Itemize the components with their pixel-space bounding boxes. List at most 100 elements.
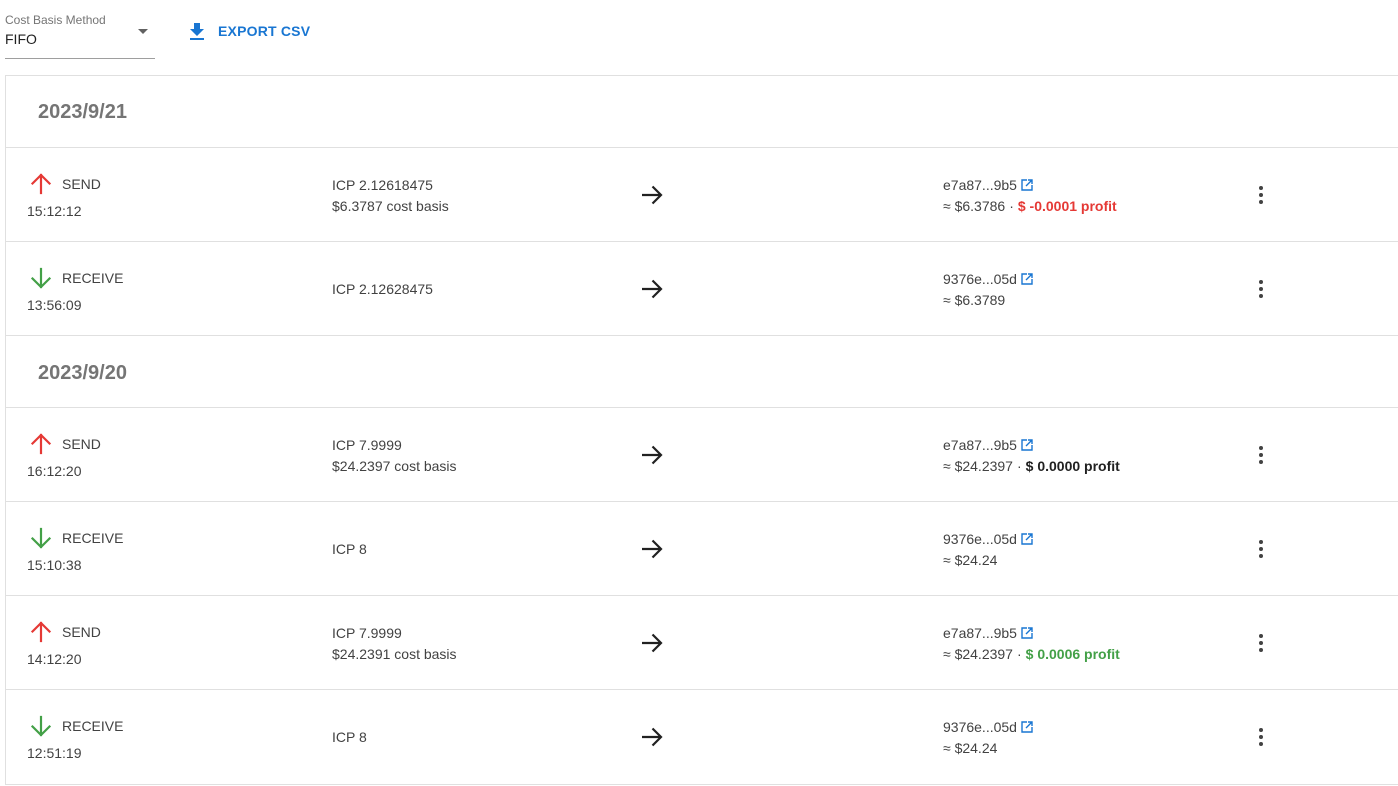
arrow-right-icon <box>642 185 663 205</box>
arrow-down-icon <box>30 527 52 549</box>
arrow-down-icon <box>30 267 52 289</box>
dot <box>1259 287 1263 291</box>
dot <box>1259 186 1263 190</box>
cost-basis-method-label: Cost Basis Method <box>5 13 106 27</box>
dot <box>1259 641 1263 645</box>
external-link-icon[interactable] <box>1021 439 1033 451</box>
counterparty: 9376e...05d <box>943 531 1033 547</box>
transaction-time: 14:12:20 <box>27 651 82 667</box>
dot <box>1259 540 1263 544</box>
transaction-row[interactable]: SEND 15:12:12 ICP 2.12618475 $6.3787 cost b… <box>6 148 1398 242</box>
date-header: 2023/9/21 <box>6 76 1398 148</box>
more-vert-icon <box>1259 279 1263 300</box>
date-header: 2023/9/20 <box>6 336 1398 408</box>
usd-value: ≈ $24.2397 <box>943 646 1013 662</box>
counterparty-id: 9376e...05d <box>943 531 1017 547</box>
dot <box>1259 200 1263 204</box>
more-options-button[interactable] <box>1249 719 1273 755</box>
transaction-row[interactable]: RECEIVE 13:56:09 ICP 2.12628475 9376e...05d… <box>6 242 1398 336</box>
separator-dot: · <box>1016 458 1022 474</box>
cost-basis-method-select[interactable]: Cost Basis Method FIFO <box>5 11 155 59</box>
usd-value: ≈ $24.24 <box>943 740 998 756</box>
transaction-time: 12:51:19 <box>27 745 82 761</box>
more-vert-icon <box>1259 185 1263 206</box>
external-link-icon[interactable] <box>1021 533 1033 545</box>
value-line: ≈ $24.24 <box>943 552 997 568</box>
dot <box>1259 446 1263 450</box>
transaction-amount: ICP 8 <box>332 541 367 557</box>
dot <box>1259 547 1263 551</box>
dot <box>1259 742 1263 746</box>
external-link-icon[interactable] <box>1021 627 1033 639</box>
more-vert-icon <box>1259 727 1263 748</box>
more-options-button[interactable] <box>1249 531 1273 567</box>
transaction-amount: ICP 8 <box>332 729 367 745</box>
more-options-button[interactable] <box>1249 625 1273 661</box>
transaction-row[interactable]: RECEIVE 15:10:38 ICP 8 9376e...05d ≈ $24.24 <box>6 502 1398 596</box>
counterparty: e7a87...9b5 <box>943 437 1033 453</box>
transaction-row[interactable]: RECEIVE 12:51:19 ICP 8 9376e...05d ≈ $24.24 <box>6 690 1398 784</box>
usd-value: ≈ $24.24 <box>943 552 998 568</box>
transaction-amount: ICP 2.12618475 <box>332 177 433 193</box>
arrow-up-icon <box>30 621 52 643</box>
cost-basis-method-value: FIFO <box>5 31 37 47</box>
more-options-button[interactable] <box>1249 437 1273 473</box>
transaction-amount: ICP 7.9999 <box>332 437 402 453</box>
value-line: ≈ $24.2397 · $ 0.0000 profit <box>943 458 1120 474</box>
profit-value: $ 0.0000 profit <box>1025 458 1120 474</box>
dot <box>1259 280 1263 284</box>
transaction-type: SEND <box>62 176 101 192</box>
transaction-type: RECEIVE <box>62 530 124 546</box>
transaction-amount: ICP 2.12628475 <box>332 281 433 297</box>
more-options-button[interactable] <box>1249 271 1273 307</box>
download-icon <box>190 22 204 40</box>
external-link-icon[interactable] <box>1021 273 1033 285</box>
counterparty-id: 9376e...05d <box>943 719 1017 735</box>
date-label: 2023/9/21 <box>38 101 127 123</box>
export-csv-button[interactable]: EXPORT CSV <box>182 13 318 49</box>
transaction-time: 13:56:09 <box>27 297 82 313</box>
toolbar: Cost Basis Method FIFO EXPORT CSV <box>0 0 1398 76</box>
dot <box>1259 728 1263 732</box>
external-link-icon[interactable] <box>1021 721 1033 733</box>
transaction-type: RECEIVE <box>62 270 124 286</box>
transaction-amount: ICP 7.9999 <box>332 625 402 641</box>
transaction-row[interactable]: SEND 14:12:20 ICP 7.9999 $24.2391 cost basi… <box>6 596 1398 690</box>
dot <box>1259 453 1263 457</box>
external-link-icon[interactable] <box>1021 179 1033 191</box>
cost-basis: $24.2391 cost basis <box>332 646 457 662</box>
dot <box>1259 460 1263 464</box>
dot <box>1259 554 1263 558</box>
dot <box>1259 193 1263 197</box>
counterparty-id: e7a87...9b5 <box>943 177 1017 193</box>
transaction-time: 15:10:38 <box>27 557 82 573</box>
caret-down-icon <box>138 29 148 34</box>
counterparty: e7a87...9b5 <box>943 625 1033 641</box>
value-line: ≈ $24.2397 · $ 0.0006 profit <box>943 646 1120 662</box>
transactions-panel: 2023/9/21 SEND 15:12:12 ICP 2.12618475 $6.37… <box>5 75 1398 785</box>
dot <box>1259 648 1263 652</box>
usd-value: ≈ $6.3786 <box>943 198 1006 214</box>
arrow-right-icon <box>642 445 663 465</box>
profit-value: $ -0.0001 profit <box>1017 198 1117 214</box>
arrow-up-icon <box>30 433 52 455</box>
arrow-right-icon <box>642 279 663 299</box>
more-vert-icon <box>1259 633 1263 654</box>
dot <box>1259 634 1263 638</box>
cost-basis: $6.3787 cost basis <box>332 198 449 214</box>
transaction-row[interactable]: SEND 16:12:20 ICP 7.9999 $24.2397 cost basi… <box>6 408 1398 502</box>
date-label: 2023/9/20 <box>38 362 127 384</box>
more-options-button[interactable] <box>1249 177 1273 213</box>
profit-value: $ 0.0006 profit <box>1025 646 1120 662</box>
arrow-right-icon <box>642 727 663 747</box>
usd-value: ≈ $6.3789 <box>943 292 1006 308</box>
counterparty: 9376e...05d <box>943 271 1033 287</box>
separator-dot: · <box>1016 646 1022 662</box>
transaction-time: 16:12:20 <box>27 463 82 479</box>
more-vert-icon <box>1259 539 1263 560</box>
arrow-right-icon <box>642 539 663 559</box>
separator-dot: · <box>1009 198 1014 214</box>
more-vert-icon <box>1259 445 1263 466</box>
arrow-down-icon <box>30 715 52 737</box>
arrow-right-icon <box>642 633 663 653</box>
